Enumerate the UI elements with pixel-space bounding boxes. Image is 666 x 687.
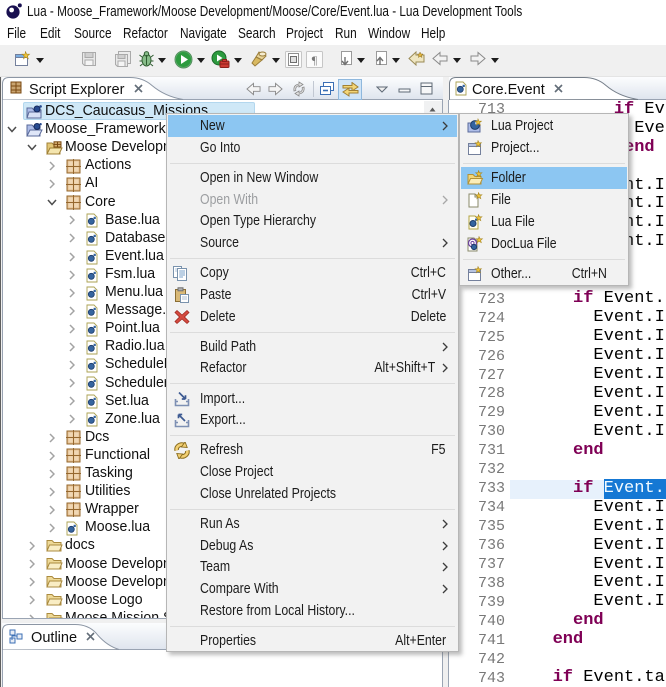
svg-text:¶: ¶: [312, 53, 318, 67]
